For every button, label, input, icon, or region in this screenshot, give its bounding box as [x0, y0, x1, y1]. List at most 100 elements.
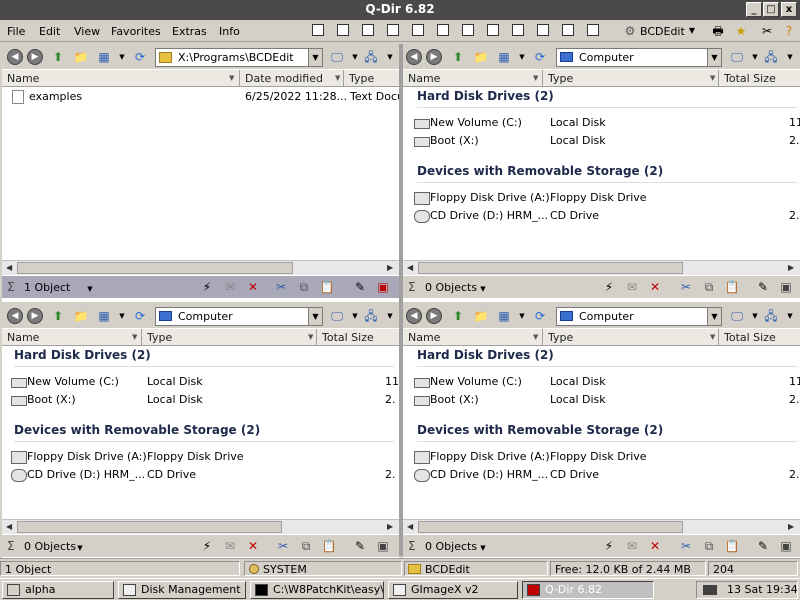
scroll-thumb[interactable] — [17, 521, 282, 533]
refresh-icon[interactable]: ⟳ — [132, 308, 148, 324]
list-item[interactable]: CD Drive (D:) HRM_... CD Drive 2. — [413, 208, 800, 224]
layout-3b-icon[interactable] — [412, 24, 424, 36]
minimize-button[interactable]: _ — [746, 2, 762, 17]
list-item[interactable]: CD Drive (D:) HRM_... CD Drive 2. — [413, 467, 800, 483]
list-item[interactable]: New Volume (C:) Local Disk 11 — [413, 115, 800, 131]
properties-icon[interactable]: ▣ — [778, 538, 794, 554]
col-total-size[interactable]: Total Size — [719, 329, 800, 346]
col-type-dropdown-icon[interactable]: ▼ — [710, 74, 715, 82]
list-item[interactable]: Floppy Disk Drive (A:) Floppy Disk Drive — [413, 190, 798, 206]
col-type-dropdown-icon[interactable]: ▼ — [710, 333, 715, 341]
object-count[interactable]: 0 Objects — [425, 540, 477, 553]
computer-icon[interactable]: 🖵 — [729, 308, 745, 324]
view-mode-icon[interactable]: ▦ — [96, 49, 112, 65]
object-count[interactable]: 0 Objects — [24, 540, 76, 553]
col-total-size[interactable]: Total Size — [719, 70, 800, 87]
cut-icon[interactable]: ✂ — [678, 538, 694, 554]
scroll-left-icon[interactable]: ◀ — [407, 263, 413, 272]
list-item[interactable]: New Volume (C:) Local Disk 11 — [413, 374, 800, 390]
new-folder-icon[interactable]: 📁 — [473, 308, 489, 324]
paste-icon[interactable]: 📋 — [724, 538, 740, 554]
col-type[interactable]: Type — [142, 329, 317, 346]
rename-icon[interactable]: ✎ — [352, 538, 368, 554]
menu-info[interactable]: Info — [219, 25, 240, 38]
scroll-thumb[interactable] — [17, 262, 293, 274]
view-mode-icon[interactable]: ▦ — [496, 49, 512, 65]
rename-icon[interactable]: ✎ — [755, 538, 771, 554]
col-name[interactable]: Name — [403, 329, 543, 346]
layout-2h-icon[interactable] — [362, 24, 374, 36]
col-name-dropdown-icon[interactable]: ▼ — [533, 333, 538, 341]
col-date[interactable]: Date modified — [240, 70, 344, 87]
network-icon[interactable]: 🖧 — [363, 49, 379, 65]
computer-icon[interactable]: 🖵 — [329, 308, 345, 324]
scroll-right-icon[interactable]: ▶ — [387, 522, 393, 531]
address-dropdown-icon[interactable]: ▼ — [707, 308, 721, 325]
cut-icon[interactable]: ✂ — [275, 538, 291, 554]
address-bar[interactable]: Computer ▼ — [556, 48, 722, 67]
task-alpha[interactable]: alpha — [2, 581, 114, 599]
cut-icon[interactable]: ✂ — [678, 279, 694, 295]
forward-icon[interactable]: ▶ — [27, 49, 43, 65]
forward-icon[interactable]: ▶ — [426, 49, 442, 65]
menu-edit[interactable]: Edit — [39, 25, 60, 38]
layout-4-icon[interactable] — [312, 24, 324, 36]
view-dropdown-icon[interactable]: ▼ — [514, 308, 530, 324]
up-folder-icon[interactable]: ⬆ — [50, 49, 66, 65]
network-icon[interactable]: 🖧 — [363, 308, 379, 324]
address-bar[interactable]: X:\Programs\BCDEdit ▼ — [155, 48, 323, 67]
computer-dropdown-icon[interactable]: ▼ — [747, 49, 763, 65]
close-button[interactable]: x — [781, 2, 797, 17]
layout-3-icon[interactable] — [337, 24, 349, 36]
lightning-icon[interactable]: ⚡ — [199, 538, 215, 554]
print-icon[interactable]: 🖶 — [710, 23, 726, 39]
list-item[interactable]: Boot (X:) Local Disk 2. — [413, 133, 800, 149]
rename-icon[interactable]: ✎ — [755, 279, 771, 295]
horizontal-scrollbar[interactable]: ◀ ▶ — [2, 260, 399, 275]
dropdown-arrow-icon[interactable]: ▼ — [684, 23, 700, 39]
bcdedit-link[interactable]: BCDEdit — [640, 25, 685, 38]
col-name[interactable]: Name — [2, 70, 240, 87]
network-dropdown-icon[interactable]: ▼ — [382, 49, 398, 65]
count-dropdown-icon[interactable]: ▼ — [72, 540, 88, 556]
up-folder-icon[interactable]: ⬆ — [50, 308, 66, 324]
network-dropdown-icon[interactable]: ▼ — [382, 308, 398, 324]
view-dropdown-icon[interactable]: ▼ — [514, 49, 530, 65]
object-count[interactable]: 1 Object — [24, 281, 70, 294]
task-disk-management[interactable]: Disk Management — [118, 581, 246, 599]
scroll-left-icon[interactable]: ◀ — [6, 263, 12, 272]
list-item[interactable]: Boot (X:) Local Disk 2. — [413, 392, 800, 408]
list-item[interactable]: Boot (X:) Local Disk 2. — [10, 392, 397, 408]
list-item[interactable]: Floppy Disk Drive (A:) Floppy Disk Drive — [10, 449, 397, 465]
view-dropdown-icon[interactable]: ▼ — [114, 308, 130, 324]
layout-3c-icon[interactable] — [437, 24, 449, 36]
network-icon[interactable]: 🖧 — [763, 49, 779, 65]
back-icon[interactable]: ◀ — [406, 308, 422, 324]
back-icon[interactable]: ◀ — [7, 308, 23, 324]
layout-3d-icon[interactable] — [462, 24, 474, 36]
menu-favorites[interactable]: Favorites — [111, 25, 161, 38]
copy-icon[interactable]: ⧉ — [298, 538, 314, 554]
bcdedit-tool-icon[interactable]: ⚙ — [622, 23, 638, 39]
col-name[interactable]: Name — [403, 70, 543, 87]
scroll-left-icon[interactable]: ◀ — [407, 522, 413, 531]
address-bar[interactable]: Computer ▼ — [556, 307, 722, 326]
network-icon[interactable]: 🖧 — [763, 308, 779, 324]
help-icon[interactable]: ? — [781, 23, 797, 39]
task-command-prompt[interactable]: C:\W8PatchKit\easy\ — [250, 581, 384, 599]
network-dropdown-icon[interactable]: ▼ — [782, 49, 798, 65]
copy-icon[interactable]: ⧉ — [701, 279, 717, 295]
list-item[interactable]: CD Drive (D:) HRM_... CD Drive 2. — [10, 467, 397, 483]
col-name-dropdown-icon[interactable]: ▼ — [533, 74, 538, 82]
layout-2v-icon[interactable] — [387, 24, 399, 36]
back-icon[interactable]: ◀ — [406, 49, 422, 65]
scroll-right-icon[interactable]: ▶ — [387, 263, 393, 272]
col-type-dropdown-icon[interactable]: ▼ — [308, 333, 313, 341]
properties-icon[interactable]: ▣ — [375, 279, 391, 295]
computer-dropdown-icon[interactable]: ▼ — [347, 308, 363, 324]
layout-4b-icon[interactable] — [562, 24, 574, 36]
layout-1-icon[interactable] — [512, 24, 524, 36]
computer-dropdown-icon[interactable]: ▼ — [347, 49, 363, 65]
back-icon[interactable]: ◀ — [7, 49, 23, 65]
horizontal-scrollbar[interactable]: ◀ ▶ — [403, 260, 800, 275]
